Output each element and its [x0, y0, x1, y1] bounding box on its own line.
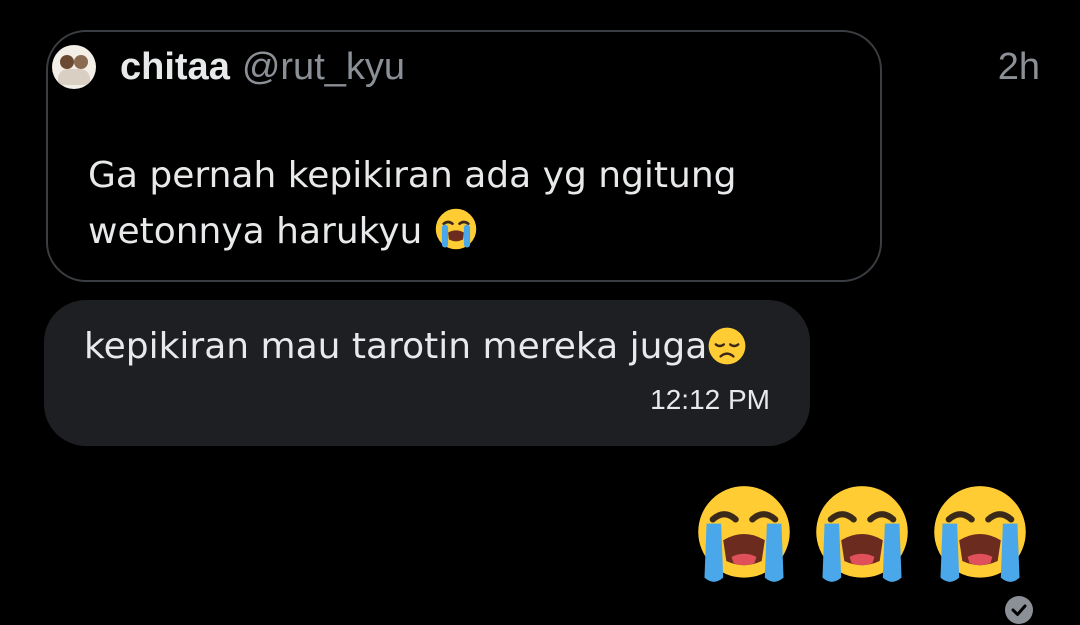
emoji-message[interactable]	[692, 482, 1032, 590]
message-text-content: kepikiran mau tarotin mereka juga	[84, 326, 708, 367]
user-handle[interactable]: @rut_kyu	[242, 46, 405, 89]
sent-check-icon	[1004, 595, 1034, 625]
message-text: kepikiran mau tarotin mereka juga	[84, 326, 747, 375]
avatar[interactable]	[52, 45, 96, 89]
loudly-crying-face-icon	[810, 482, 914, 590]
loudly-crying-face-icon	[434, 207, 478, 268]
avatar-figure-right	[74, 55, 88, 69]
quoted-tweet-line-2: wetonnya harukyu	[88, 204, 808, 268]
loudly-crying-face-icon	[928, 482, 1032, 590]
loudly-crying-face-icon	[692, 482, 796, 590]
message-bubble[interactable]: kepikiran mau tarotin mereka juga 12:12 …	[44, 300, 810, 446]
message-timestamp: 12:12 PM	[650, 384, 770, 415]
quoted-tweet-header: chitaa @rut_kyu 2h	[52, 42, 1040, 92]
disappointed-face-icon	[707, 326, 747, 375]
avatar-figure-body	[58, 69, 90, 85]
avatar-figure-left	[60, 55, 74, 69]
dm-conversation: chitaa @rut_kyu 2h Ga pernah kepikiran a…	[0, 0, 1080, 625]
display-name[interactable]: chitaa	[120, 46, 230, 89]
quoted-tweet-text: Ga pernah kepikiran ada yg ngitung weton…	[88, 148, 808, 268]
quoted-tweet-line-2-text: wetonnya harukyu	[88, 211, 423, 252]
quoted-tweet-line-1: Ga pernah kepikiran ada yg ngitung	[88, 155, 737, 196]
tweet-time-ago: 2h	[997, 45, 1040, 88]
